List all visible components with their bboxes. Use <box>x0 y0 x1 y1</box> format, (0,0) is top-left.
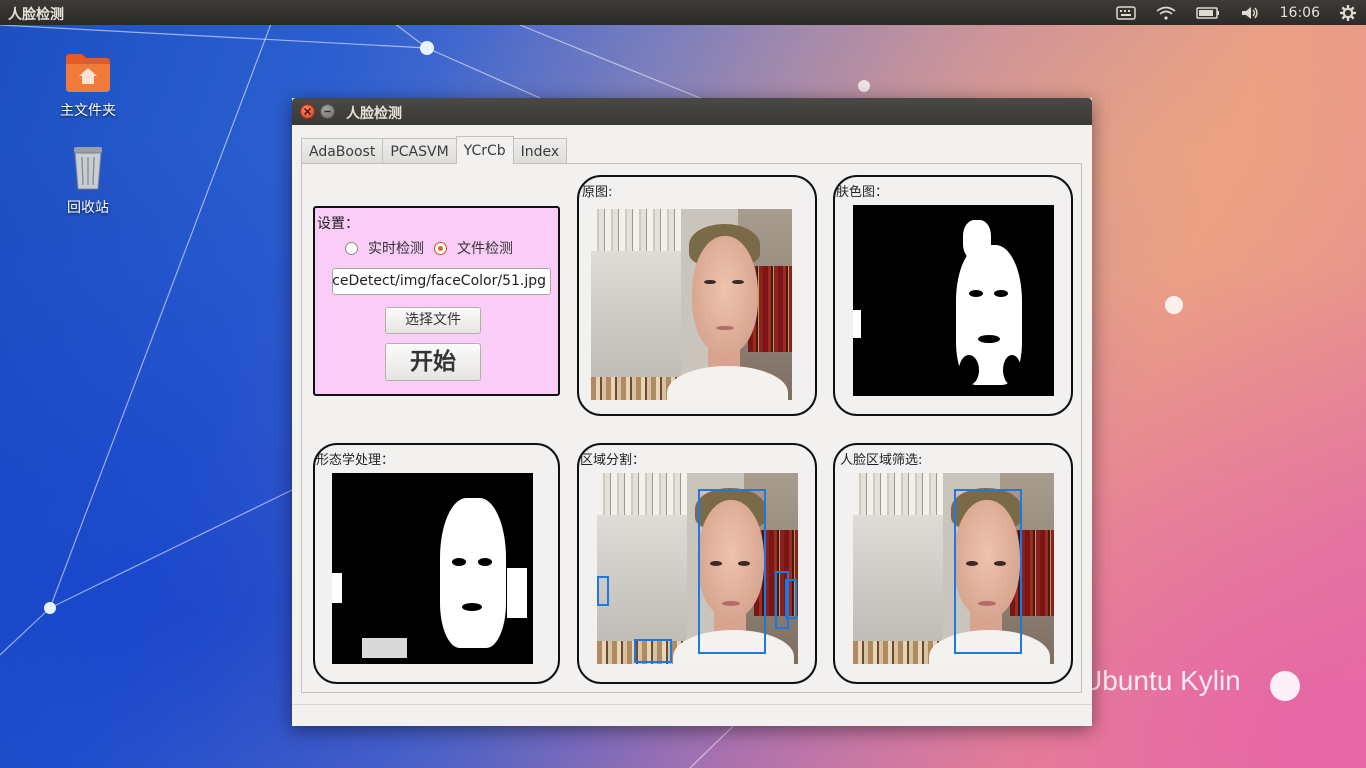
tab-bar: AdaBoost PCASVM YCrCb Index <box>301 136 568 164</box>
wifi-icon[interactable] <box>1156 6 1176 20</box>
desktop-icon-label: 回收站 <box>67 200 109 216</box>
system-tray: 16:06 <box>1106 0 1366 25</box>
desktop-icon-label: 主文件夹 <box>60 103 116 119</box>
settings-panel: 设置： 实时检测 文件检测 aceDetect/img/faceColor/51… <box>313 206 560 396</box>
close-icon <box>303 107 312 116</box>
file-path-input[interactable]: aceDetect/img/faceColor/51.jpg <box>332 268 551 295</box>
desktop-icon-home[interactable]: 主文件夹 <box>38 50 138 120</box>
morph-mask-image <box>332 473 533 664</box>
face-bounding-box <box>954 489 1022 654</box>
top-panel: 人脸检测 16:06 <box>0 0 1366 25</box>
region-box <box>634 639 672 663</box>
original-label: 原图: <box>582 185 613 200</box>
window-title: 人脸检测 <box>346 106 402 122</box>
start-button[interactable]: 开始 <box>385 343 481 381</box>
mode-radio-group: 实时检测 文件检测 <box>345 238 513 258</box>
tab-ycrcb[interactable]: YCrCb <box>455 136 514 164</box>
settings-title: 设置： <box>317 216 359 232</box>
filter-label: 人脸区域筛选: <box>840 453 923 468</box>
clock[interactable]: 16:06 <box>1280 5 1320 21</box>
keyboard-icon[interactable] <box>1115 5 1136 20</box>
tab-pcasvm[interactable]: PCASVM <box>382 138 457 164</box>
status-bar <box>292 704 1092 727</box>
region-box <box>597 576 609 606</box>
battery-icon[interactable] <box>1195 6 1220 20</box>
radio-realtime-label[interactable]: 实时检测 <box>368 238 424 258</box>
choose-file-button[interactable]: 选择文件 <box>385 307 481 334</box>
tab-adaboost[interactable]: AdaBoost <box>301 138 384 164</box>
ubuntu-kylin-logo-icon <box>1270 671 1300 701</box>
home-folder-icon <box>66 54 110 92</box>
close-button[interactable] <box>300 104 315 119</box>
morph-label: 形态学处理： <box>316 453 395 468</box>
desktop-icon-trash[interactable]: 回收站 <box>38 145 138 217</box>
trash-icon <box>74 147 102 190</box>
skin-label: 肤色图： <box>836 185 889 200</box>
skin-mask-image <box>853 205 1054 396</box>
original-image <box>591 209 792 400</box>
gear-icon[interactable] <box>1340 4 1356 21</box>
radio-file[interactable] <box>434 241 447 255</box>
app-window: 人脸检测 AdaBoost PCASVM YCrCb Index 设置： 实时检… <box>292 98 1092 726</box>
region-box <box>785 579 797 619</box>
region-box <box>698 489 766 654</box>
volume-icon[interactable] <box>1240 6 1260 20</box>
brand-watermark: Ubuntu Kylin <box>1082 665 1241 696</box>
filter-image <box>853 473 1054 664</box>
radio-file-label[interactable]: 文件检测 <box>457 238 513 258</box>
segment-label: 区域分割： <box>580 453 646 468</box>
segment-image <box>597 473 798 664</box>
window-titlebar[interactable]: 人脸检测 <box>292 98 1092 125</box>
minimize-icon <box>324 110 331 113</box>
minimize-button[interactable] <box>320 104 335 119</box>
tab-index[interactable]: Index <box>512 138 568 164</box>
file-path-value: aceDetect/img/faceColor/51.jpg <box>332 273 546 289</box>
radio-realtime[interactable] <box>345 241 358 255</box>
active-app-title: 人脸检测 <box>8 7 64 23</box>
